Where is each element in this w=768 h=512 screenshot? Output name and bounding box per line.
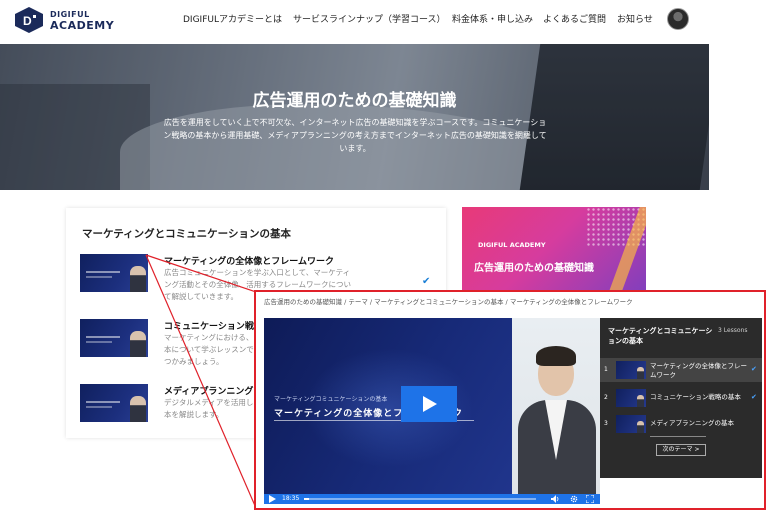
sidebar-lesson-label: メディアプランニングの基本	[650, 419, 735, 427]
play-icon	[423, 396, 437, 412]
sidebar-thumbnail	[616, 361, 646, 379]
nav-news[interactable]: お知らせ	[617, 12, 653, 25]
svg-text:D: D	[23, 14, 32, 28]
lesson-player-popup: 広告運用のための基礎知識 / テーマ / マーケティングとコミュニケーションの基…	[254, 290, 766, 510]
play-button[interactable]	[401, 386, 457, 422]
completed-check-icon: ✔	[751, 365, 757, 373]
sidebar-lesson-label: コミュニケーション戦略の基本	[650, 393, 741, 401]
lesson-number: 2	[604, 394, 608, 401]
nav-faq[interactable]: よくあるご質問	[543, 12, 606, 25]
lesson-thumbnail[interactable]	[80, 254, 148, 292]
presenter-video	[512, 318, 600, 494]
site-logo[interactable]: D DIGIFUL ACADEMY	[14, 4, 134, 36]
nav-lineup[interactable]: サービスラインナップ（学習コース）	[293, 12, 446, 25]
sidebar-thumbnail	[616, 415, 646, 433]
fullscreen-icon[interactable]	[586, 495, 594, 503]
lesson-title[interactable]: コミュニケーション戦略	[164, 319, 263, 332]
lesson-title[interactable]: メディアプランニングの	[164, 384, 262, 397]
slide-subtitle: マーケティングコミュニケーションの基本	[274, 396, 388, 403]
time-display: 18:35	[282, 495, 300, 502]
video-controls: 18:35	[264, 494, 600, 504]
sidebar-title: マーケティングとコミュニケーションの基本	[608, 327, 713, 345]
course-banner[interactable]: DIGIFUL ACADEMY 広告運用のための基礎知識	[462, 207, 646, 299]
sidebar-lesson-3[interactable]: 3 メディアプランニングの基本	[600, 412, 762, 436]
progress-fill	[304, 498, 309, 500]
progress-bar[interactable]	[304, 498, 536, 500]
lesson-thumbnail[interactable]	[80, 319, 148, 357]
hero-title: 広告運用のための基礎知識	[252, 91, 457, 111]
volume-icon[interactable]	[551, 495, 559, 503]
logo-text-top: DIGIFUL	[50, 10, 90, 19]
completed-check-icon: ✔	[751, 393, 757, 401]
sidebar-lesson-label: マーケティングの全体像とフレームワーク	[650, 362, 747, 379]
banner-logo: DIGIFUL ACADEMY	[478, 241, 546, 249]
user-avatar[interactable]	[667, 8, 689, 30]
section-title: マーケティングとコミュニケーションの基本	[82, 228, 291, 240]
sidebar-thumbnail	[616, 389, 646, 407]
nav-about[interactable]: DIGIFULアカデミーとは	[183, 12, 282, 25]
sidebar-lesson-2[interactable]: 2 コミュニケーション戦略の基本 ✔	[600, 386, 762, 410]
lesson-sidebar: マーケティングとコミュニケーションの基本 3 Lessons 1 マーケティング…	[600, 318, 762, 478]
lesson-number: 1	[604, 366, 608, 373]
settings-gear-icon[interactable]	[570, 495, 578, 503]
lesson-number: 3	[604, 420, 608, 427]
hero-description: 広告を運用をしていく上で不可欠な、インターネット広告の基礎知識を学ぶコースです。…	[163, 118, 547, 153]
nav-pricing[interactable]: 料金体系・申し込み	[452, 12, 533, 25]
lesson-thumbnail[interactable]	[80, 384, 148, 422]
completed-check-icon: ✔	[422, 276, 431, 287]
top-header: D DIGIFUL ACADEMY DIGIFULアカデミーとは サービスライン…	[0, 0, 768, 40]
banner-title: 広告運用のための基礎知識	[474, 263, 594, 274]
next-theme-button[interactable]: 次のテーマ >	[656, 444, 706, 456]
control-play-icon[interactable]	[268, 495, 276, 503]
lesson-title[interactable]: マーケティングの全体像とフレームワーク	[164, 254, 334, 267]
sidebar-lesson-1[interactable]: 1 マーケティングの全体像とフレームワーク ✔	[600, 358, 762, 382]
page: D DIGIFUL ACADEMY DIGIFULアカデミーとは サービスライン…	[0, 0, 768, 512]
hero-banner: 広告運用のための基礎知識 広告を運用をしていく上で不可欠な、インターネット広告の…	[0, 44, 709, 190]
logo-mark-icon: D	[15, 7, 43, 33]
logo-text-bottom: ACADEMY	[50, 19, 115, 32]
video-player[interactable]: マーケティングコミュニケーションの基本 マーケティングの全体像とフレームワーク …	[264, 318, 600, 504]
breadcrumb[interactable]: 広告運用のための基礎知識 / テーマ / マーケティングとコミュニケーションの基…	[264, 296, 633, 306]
video-slide: マーケティングコミュニケーションの基本 マーケティングの全体像とフレームワーク	[264, 318, 512, 494]
lesson-count: 3 Lessons	[718, 327, 748, 334]
